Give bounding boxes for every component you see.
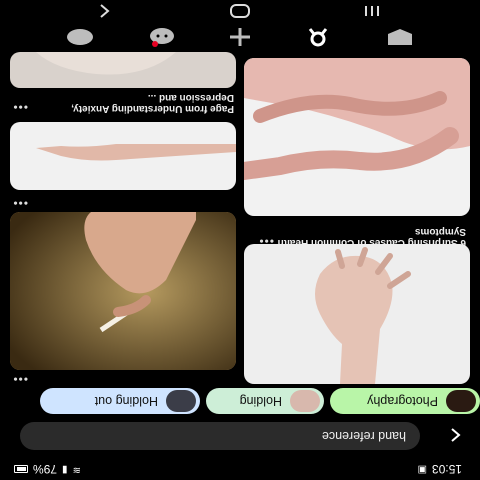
search-row: hand reference (0, 418, 480, 452)
message-icon: ▣ (417, 464, 427, 475)
chip-thumbnail (446, 390, 476, 412)
chip-label: Photography (367, 394, 438, 408)
pin-menu-icon[interactable]: ••• (12, 196, 28, 210)
add-icon[interactable] (226, 26, 254, 48)
pin-image-hand-reach[interactable] (10, 122, 236, 190)
home-icon[interactable] (66, 26, 94, 48)
status-bar: 15:03 ▣ ≋ ▮ 79% (0, 458, 480, 480)
pin-caption: Page from Understanding Anxiety, Depress… (71, 92, 234, 114)
profile-icon[interactable] (386, 26, 414, 48)
hand-reach-illustration (36, 144, 236, 161)
back-arrow-icon[interactable] (444, 424, 466, 446)
system-nav (0, 0, 480, 22)
hands-illustration (244, 58, 470, 180)
cigarette-hand-illustration (10, 212, 236, 370)
recent-apps-icon[interactable] (360, 2, 384, 20)
search-icon[interactable] (304, 26, 332, 48)
chip-holding-out[interactable]: Holding out (40, 388, 200, 414)
pin-menu-icon[interactable]: ••• (12, 100, 28, 114)
hand-partial-illustration (36, 52, 176, 75)
filter-chips: Photography Holding Holding out (0, 386, 480, 414)
hand-illustration (315, 247, 411, 384)
pin-image-hands-skin[interactable] (244, 58, 470, 216)
pin-caption: 6 Surprising Causes of Common Health Sym… (277, 226, 466, 248)
chip-thumbnail (290, 390, 320, 412)
clock: 15:03 (431, 462, 462, 476)
chip-label: Holding (239, 394, 282, 408)
signal-icon: ▮ (62, 464, 68, 475)
battery-icon (14, 465, 28, 473)
chip-label: Holding out (94, 394, 158, 408)
search-query: hand reference (321, 429, 406, 443)
home-button-icon[interactable] (228, 2, 252, 20)
chip-photography[interactable]: Photography (330, 388, 480, 414)
bottom-nav (0, 24, 480, 52)
back-icon[interactable] (92, 2, 116, 20)
pin-menu-icon[interactable]: ••• (258, 234, 274, 248)
chip-thumbnail (166, 390, 196, 412)
pin-image-cigarette-hand[interactable] (10, 212, 236, 370)
battery-percent: 79% (33, 462, 58, 476)
pin-menu-icon[interactable]: ••• (12, 372, 28, 386)
chip-holding[interactable]: Holding (206, 388, 324, 414)
messages-icon[interactable] (148, 26, 176, 48)
pin-image-hand-partial[interactable] (10, 52, 236, 88)
screen: 15:03 ▣ ≋ ▮ 79% hand reference Photograp… (0, 0, 480, 480)
wifi-icon: ≋ (72, 464, 81, 475)
pin-image-hand-open-palm[interactable] (244, 244, 470, 384)
search-input[interactable]: hand reference (20, 422, 420, 450)
